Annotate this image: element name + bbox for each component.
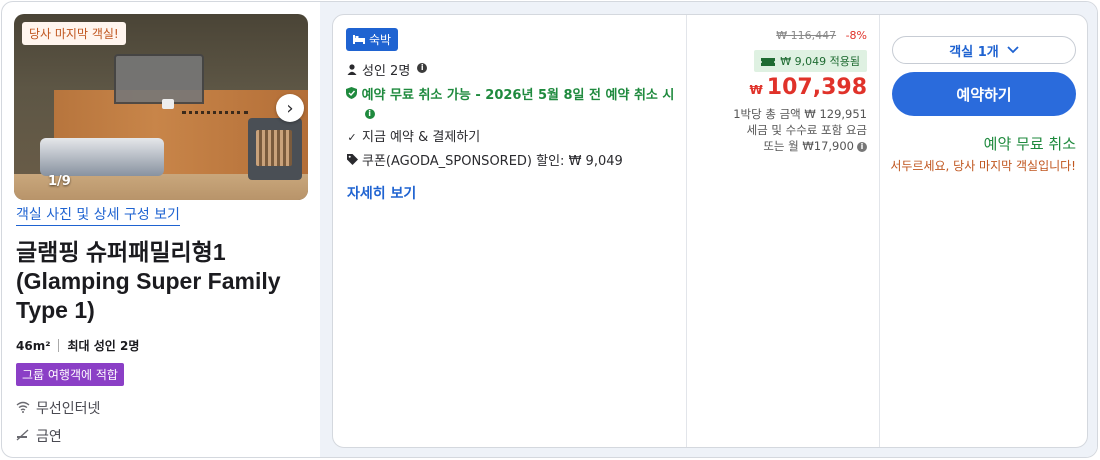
price-note-monthly: 또는 월 ₩17,900 i: [687, 138, 867, 154]
booking-column: 객실 1개 예약하기 예약 무료 취소 서두르세요, 당사 마지막 객실입니다!: [880, 15, 1088, 447]
chevron-right-icon[interactable]: ›: [276, 94, 304, 122]
book-button[interactable]: 예약하기: [892, 72, 1076, 116]
info-icon[interactable]: i: [857, 141, 867, 152]
ticket-icon: [760, 55, 781, 68]
coupon-applied-label: ₩ 9,049 적용됨: [780, 55, 860, 68]
free-cancel-label: 예약 무료 취소: [983, 135, 1076, 153]
room-count-label: 객실 1개: [949, 44, 999, 60]
person-icon: [346, 63, 358, 81]
amenity-label: 금연: [36, 429, 62, 445]
offer-adults: 성인 2명 i: [346, 63, 428, 81]
info-icon[interactable]: i: [364, 108, 375, 119]
price-note-total: 1박당 총 금액 ₩ 129,951: [733, 107, 867, 121]
offer-pay-now: ✓ 지금 예약 & 결제하기: [346, 129, 480, 147]
room-max-guests: 최대 성인 2명: [67, 339, 140, 353]
offer-coupon: 쿠폰(AGODA_SPONSORED) 할인: ₩ 9,049: [346, 153, 623, 171]
amenity-no-smoking: 금연: [16, 426, 62, 446]
coupon-label: 쿠폰(AGODA_SPONSORED) 할인: ₩ 9,049: [362, 154, 623, 169]
wifi-icon: [16, 401, 30, 416]
original-price: ₩ 116,447: [776, 29, 837, 42]
original-price-row: ₩ 116,447 -8%: [776, 29, 867, 42]
bed-icon: [353, 33, 365, 47]
group-traveler-tag: 그룹 여행객에 적합: [16, 363, 124, 386]
checkmark-icon: ✓: [347, 131, 357, 144]
price-currency: ₩: [749, 83, 763, 97]
info-icon[interactable]: i: [417, 63, 428, 73]
photo-lamp: [162, 99, 174, 109]
adults-label: 성인 2명: [362, 64, 411, 79]
room-count-select[interactable]: 객실 1개: [892, 36, 1076, 64]
tag-icon: [346, 153, 358, 171]
price-column: ₩ 116,447 -8% ₩ 9,049 적용됨 ₩107,398 1박당 총…: [687, 15, 879, 447]
coupon-applied-badge: ₩ 9,049 적용됨: [753, 50, 867, 72]
price-note: 1박당 총 금액 ₩ 129,951 세금 및 수수료 포함 요금 또는 월 ₩…: [687, 106, 867, 154]
meta-divider: [58, 339, 60, 352]
details-link[interactable]: 자세히 보기: [347, 183, 416, 203]
offer-card: 숙박 성인 2명 i 예약 무료 취소 가능 - 2026년 5월 8일 전 예…: [332, 14, 1088, 448]
photo-counter: 1/9: [48, 174, 71, 189]
price-note-tax: 세금 및 수수료 포함 요금: [746, 123, 867, 137]
price-amount: 107,398: [766, 75, 867, 100]
room-title: 글램핑 슈퍼패밀리형1 (Glamping Super Family Type …: [16, 239, 281, 323]
last-room-badge: 당사 마지막 객실!: [22, 22, 126, 45]
room-info-column: 당사 마지막 객실! › 1/9 객실 사진 및 상세 구성 보기 글램핑 슈퍼…: [2, 2, 320, 457]
stay-badge-label: 숙박: [369, 33, 392, 47]
pay-now-label: 지금 예약 & 결제하기: [362, 130, 481, 145]
photo-bed: [40, 138, 164, 176]
no-smoking-icon: [16, 429, 30, 444]
room-meta: 46m² 최대 성인 2명: [16, 337, 139, 354]
stay-badge: 숙박: [346, 28, 399, 51]
chevron-down-icon: [1007, 43, 1019, 58]
final-price: ₩107,398: [750, 75, 867, 100]
photo-tent-net: [114, 54, 204, 104]
room-size: 46m²: [16, 338, 51, 353]
urgency-message: 서두르세요, 당사 마지막 객실입니다!: [890, 159, 1076, 173]
amenity-wifi: 무선인터넷: [16, 398, 100, 418]
room-offer-card: 당사 마지막 객실! › 1/9 객실 사진 및 상세 구성 보기 글램핑 슈퍼…: [1, 1, 1098, 458]
offer-free-cancel: 예약 무료 취소 가능 - 2026년 5월 8일 전 예약 취소 시i: [346, 87, 676, 123]
shield-check-icon: [346, 87, 358, 105]
free-cancel-text: 예약 무료 취소 가능 - 2026년 5월 8일 전 예약 취소 시i: [361, 88, 675, 119]
room-photo[interactable]: 당사 마지막 객실! › 1/9: [14, 14, 308, 200]
photo-hooks: [182, 102, 248, 114]
room-photos-link[interactable]: 객실 사진 및 상세 구성 보기: [16, 204, 180, 226]
photo-heater: [248, 118, 302, 180]
amenity-label: 무선인터넷: [36, 401, 101, 417]
discount-percent: -8%: [845, 29, 867, 42]
